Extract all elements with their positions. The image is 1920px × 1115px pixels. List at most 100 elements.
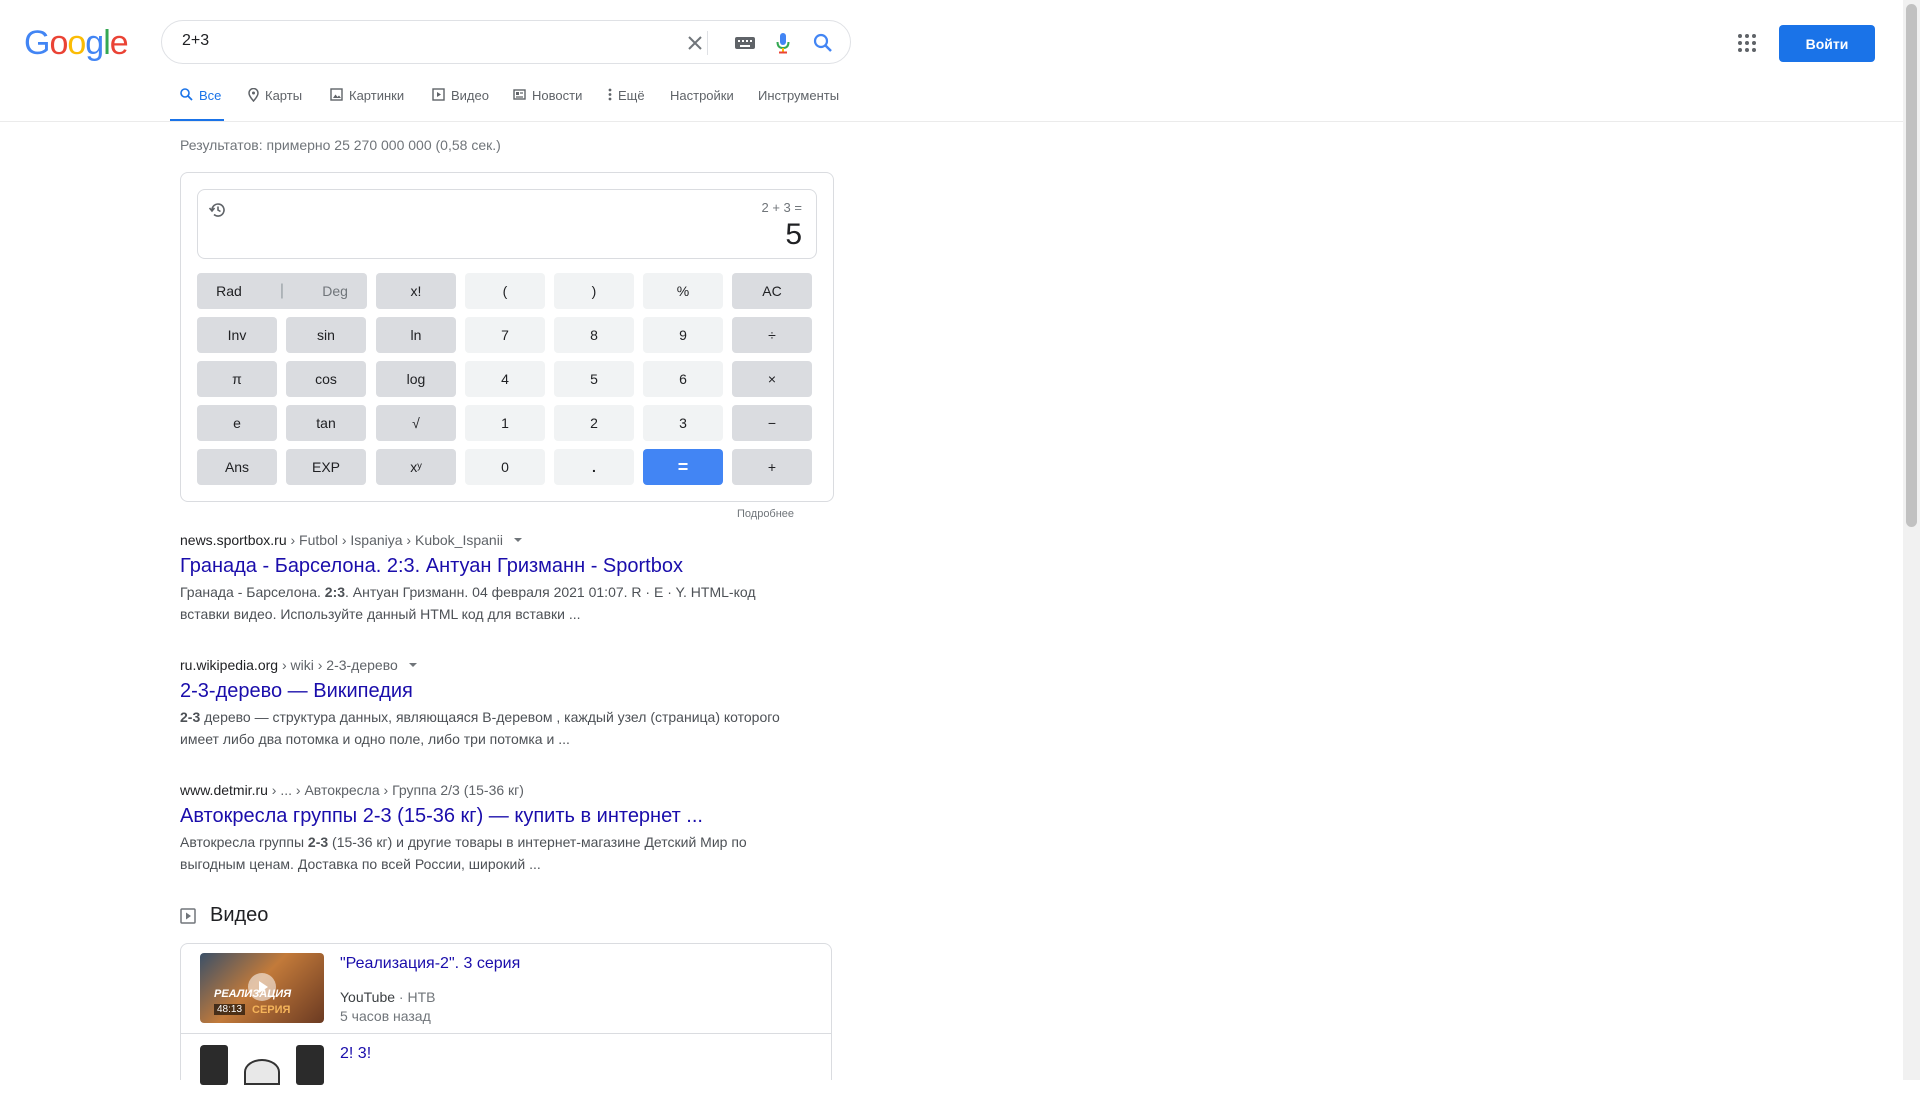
search-input[interactable]: 2+3 (182, 32, 209, 50)
key-7[interactable]: 7 (465, 317, 545, 353)
key-pi[interactable]: π (197, 361, 277, 397)
thumb-shape (296, 1045, 324, 1085)
snippet-text: Автокресла группы (180, 834, 308, 850)
result-path: › Futbol › Ispaniya › Kubok_Ispanii (286, 532, 503, 548)
key-inv[interactable]: Inv (197, 317, 277, 353)
result-domain: ru.wikipedia.org (180, 657, 279, 673)
dropdown-arrow-icon[interactable] (513, 535, 523, 545)
video-carousel: РЕАЛИЗАЦИЯ 48:13 СЕРИЯ "Реализация-2". 3… (180, 943, 832, 1115)
history-icon[interactable] (208, 200, 230, 222)
calculator-expression: 2 + 3 = (761, 200, 802, 215)
snippet-text: Гранада - Барселона. (180, 584, 325, 600)
search-divider (707, 31, 708, 55)
thumb-shape (200, 1045, 228, 1085)
tab-news[interactable]: Новости (513, 88, 582, 122)
key-6[interactable]: 6 (643, 361, 723, 397)
key-plus[interactable]: + (732, 449, 812, 485)
key-clear[interactable]: AC (732, 273, 812, 309)
apps-grid-icon[interactable] (1738, 34, 1758, 54)
key-ln[interactable]: ln (376, 317, 456, 353)
map-pin-icon (248, 88, 259, 102)
tab-label: Все (199, 88, 222, 103)
key-0[interactable]: 0 (465, 449, 545, 485)
video-icon (180, 907, 196, 924)
image-icon (330, 88, 343, 101)
key-ans[interactable]: Ans (197, 449, 277, 485)
news-icon (513, 89, 526, 100)
clear-icon[interactable] (684, 32, 706, 54)
key-log[interactable]: log (376, 361, 456, 397)
key-9[interactable]: 9 (643, 317, 723, 353)
rad-label[interactable]: Rad (216, 283, 242, 299)
more-vert-icon (608, 88, 612, 101)
key-5[interactable]: 5 (554, 361, 634, 397)
video-thumbnail[interactable]: РЕАЛИЗАЦИЯ 48:13 СЕРИЯ (200, 953, 324, 1023)
video-thumbnail[interactable] (200, 1045, 324, 1115)
key-e[interactable]: e (197, 405, 277, 441)
key-factorial[interactable]: x! (376, 273, 456, 309)
tab-more[interactable]: Ещё (608, 88, 645, 122)
search-result: ru.wikipedia.org › wiki › 2-3-дерево 2-3… (180, 657, 800, 750)
dropdown-arrow-icon[interactable] (408, 660, 418, 670)
thumb-sub-text: СЕРИЯ (252, 1004, 291, 1016)
google-logo[interactable]: Google (24, 24, 129, 63)
tab-images[interactable]: Картинки (330, 88, 404, 122)
key-sqrt[interactable]: √ (376, 405, 456, 441)
key-equals[interactable]: = (643, 449, 723, 485)
calculator-more-link[interactable]: Подробнее (737, 508, 794, 520)
video-title-link[interactable]: 2! 3! (340, 1045, 371, 1063)
key-cos[interactable]: cos (286, 361, 366, 397)
key-percent[interactable]: % (643, 273, 723, 309)
signin-button[interactable]: Войти (1779, 25, 1875, 62)
tab-maps[interactable]: Карты (248, 88, 302, 122)
key-close-paren[interactable]: ) (554, 273, 634, 309)
key-8[interactable]: 8 (554, 317, 634, 353)
key-minus[interactable]: − (732, 405, 812, 441)
key-power[interactable]: xʸ (376, 449, 456, 485)
tab-label: Новости (532, 88, 583, 103)
key-open-paren[interactable]: ( (465, 273, 545, 309)
video-heading-label: Видео (210, 904, 269, 926)
result-title-link[interactable]: Гранада - Барселона. 2:3. Антуан Гризман… (180, 555, 800, 578)
video-age: 5 часов назад (340, 1008, 431, 1024)
tab-label: Карты (265, 88, 303, 103)
tab-video[interactable]: Видео (432, 88, 489, 122)
microphone-icon[interactable] (772, 32, 794, 54)
tab-label: Настройки (670, 88, 734, 103)
key-3[interactable]: 3 (643, 405, 723, 441)
result-title-link[interactable]: Автокресла группы 2-3 (15-36 кг) — купит… (180, 805, 800, 828)
result-cite[interactable]: ru.wikipedia.org › wiki › 2-3-дерево (180, 657, 800, 673)
toggle-separator: | (279, 282, 285, 299)
search-submit-icon[interactable] (812, 32, 834, 54)
result-title-link[interactable]: 2-3-дерево — Википедия (180, 680, 800, 703)
key-divide[interactable]: ÷ (732, 317, 812, 353)
deg-label[interactable]: Deg (322, 283, 348, 299)
calculator-widget: 2 + 3 = 5 Rad | Deg x! ( ) % AC Inv sin … (180, 172, 834, 502)
keyboard-icon[interactable] (734, 32, 756, 54)
key-sin[interactable]: sin (286, 317, 366, 353)
key-exp[interactable]: EXP (286, 449, 366, 485)
calculator-display: 2 + 3 = 5 (197, 189, 817, 259)
result-cite[interactable]: news.sportbox.ru › Futbol › Ispaniya › K… (180, 532, 800, 548)
scrollbar-thumb[interactable] (1906, 4, 1917, 527)
video-source: YouTube · НТВ (340, 989, 435, 1005)
key-1[interactable]: 1 (465, 405, 545, 441)
result-domain: www.detmir.ru (180, 782, 268, 798)
tab-all[interactable]: Все (170, 88, 224, 122)
key-multiply[interactable]: × (732, 361, 812, 397)
key-2[interactable]: 2 (554, 405, 634, 441)
key-tan[interactable]: tan (286, 405, 366, 441)
rad-deg-toggle[interactable]: Rad | Deg (197, 273, 367, 309)
search-icon (180, 88, 193, 101)
key-decimal[interactable]: . (554, 449, 634, 485)
key-4[interactable]: 4 (465, 361, 545, 397)
calculator-result: 5 (785, 218, 802, 251)
video-title-link[interactable]: "Реализация-2". 3 серия (340, 955, 520, 973)
result-snippet: Гранада - Барселона. 2:3. Антуан Гризман… (180, 581, 800, 625)
tab-settings[interactable]: Настройки (670, 88, 734, 122)
tab-tools[interactable]: Инструменты (758, 88, 839, 122)
result-cite[interactable]: www.detmir.ru › ... › Автокресла › Групп… (180, 782, 800, 798)
snippet-text: дерево — структура данных, являющаяся B-… (180, 709, 780, 747)
search-box[interactable]: 2+3 (161, 20, 851, 64)
video-source-name: YouTube (340, 989, 396, 1005)
